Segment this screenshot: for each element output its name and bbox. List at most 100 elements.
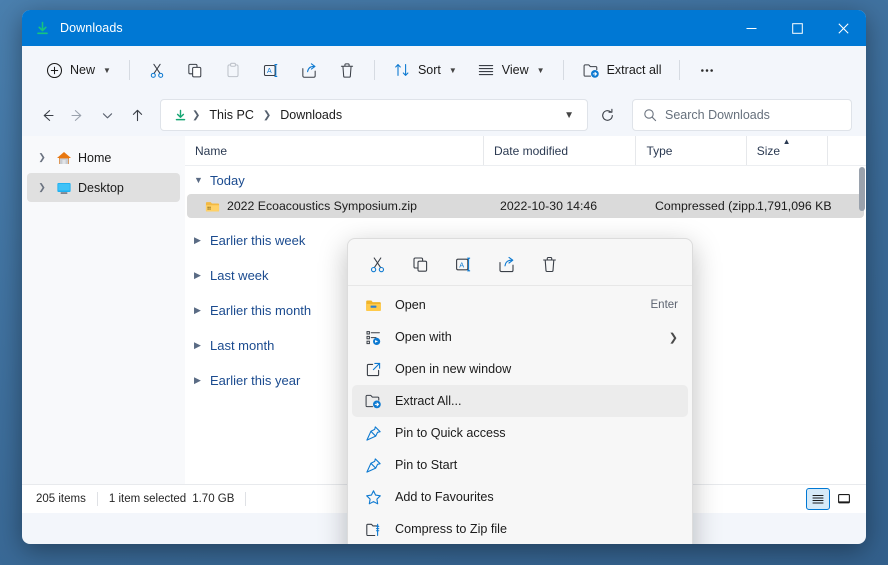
group-header-label: Earlier this month	[210, 302, 312, 318]
vertical-scrollbar[interactable]	[859, 167, 865, 480]
chevron-right-icon[interactable]: ❯	[35, 182, 49, 193]
search-box[interactable]: Search Downloads	[632, 99, 852, 131]
new-button[interactable]: New ▼	[36, 54, 120, 86]
title-bar: Downloads	[22, 10, 866, 46]
sidebar-item-desktop[interactable]: ❯ Desktop	[27, 173, 180, 202]
chevron-right-icon[interactable]: ▶	[194, 375, 204, 386]
chevron-right-icon[interactable]: ▶	[194, 270, 204, 281]
pin-icon	[364, 424, 382, 442]
large-icons-view-button[interactable]	[832, 488, 856, 510]
chevron-down-icon: ▼	[448, 65, 457, 75]
status-divider	[245, 492, 247, 506]
downloads-arrow-icon	[171, 106, 189, 124]
context-menu-item-label: Compress to Zip file	[395, 522, 507, 536]
context-menu-item-label: Pin to Quick access	[395, 426, 506, 440]
extract-all-icon	[364, 392, 382, 410]
address-bar[interactable]: ❯ This PC ❯ Downloads ▼	[160, 99, 588, 131]
column-header-date-label: Date modified	[493, 143, 568, 158]
context-menu-item-pin-to-quick-access[interactable]: Pin to Quick access	[352, 417, 688, 449]
chevron-down-icon[interactable]: ▼	[194, 175, 204, 185]
previous-locations-chevron-icon[interactable]: ▼	[557, 110, 581, 121]
extract-all-label: Extract all	[606, 63, 662, 77]
chevron-right-icon: ❯	[668, 331, 678, 344]
sort-ascending-icon: ▲	[782, 137, 791, 146]
delete-icon[interactable]	[534, 249, 564, 279]
compress-zip-icon	[364, 520, 382, 538]
cut-icon	[148, 61, 166, 79]
sort-icon	[393, 61, 411, 79]
chevron-right-icon[interactable]: ▶	[194, 340, 204, 351]
rename-icon[interactable]: A	[448, 249, 478, 279]
refresh-button[interactable]	[592, 100, 622, 130]
home-icon	[54, 150, 73, 166]
command-bar: New ▼ A Sort ▼ View ▼ Extract all	[22, 46, 866, 94]
window-title: Downloads	[60, 21, 123, 35]
back-button[interactable]	[32, 100, 62, 130]
chevron-right-icon[interactable]: ▶	[194, 235, 204, 246]
column-header-name[interactable]: Name	[185, 136, 483, 165]
sidebar-item-label: Desktop	[78, 180, 124, 195]
group-header-today[interactable]: ▼ Today	[185, 166, 866, 194]
column-header-size[interactable]: Size ▲	[745, 136, 827, 165]
chevron-right-icon[interactable]: ❯	[35, 152, 49, 163]
context-menu-item-open-in-new-window[interactable]: Open in new window	[352, 353, 688, 385]
context-menu-item-label: Open with	[395, 330, 452, 344]
sort-button[interactable]: Sort ▼	[384, 54, 466, 86]
up-button[interactable]	[122, 100, 152, 130]
context-menu-item-label: Pin to Start	[395, 458, 458, 472]
recent-locations-button[interactable]	[92, 100, 122, 130]
cut-icon[interactable]	[362, 249, 392, 279]
copy-icon[interactable]	[405, 249, 435, 279]
view-button[interactable]: View ▼	[468, 54, 554, 86]
copy-icon	[186, 61, 204, 79]
table-row[interactable]: 2022 Ecoacoustics Symposium.zip 2022-10-…	[187, 194, 864, 218]
delete-icon	[338, 61, 356, 79]
context-menu-item-label: Extract All...	[395, 394, 462, 408]
sidebar-item-label: Home	[78, 150, 112, 165]
delete-button[interactable]	[329, 54, 365, 86]
breadcrumb-this-pc[interactable]: This PC	[203, 106, 259, 124]
details-view-button[interactable]	[806, 488, 830, 510]
downloads-arrow-icon	[34, 20, 51, 37]
context-menu-item-open[interactable]: Open Enter	[352, 289, 688, 321]
breadcrumb-downloads[interactable]: Downloads	[274, 106, 348, 124]
file-name-cell: 2022 Ecoacoustics Symposium.zip	[187, 199, 490, 214]
column-header-date-modified[interactable]: Date modified	[482, 136, 636, 165]
ellipsis-icon	[698, 61, 716, 79]
extract-all-button[interactable]: Extract all	[573, 54, 671, 86]
context-menu-item-extract-all[interactable]: Extract All...	[352, 385, 688, 417]
context-menu-item-compress-to-zip[interactable]: Compress to Zip file	[352, 513, 688, 544]
cut-button[interactable]	[139, 54, 175, 86]
folder-open-icon	[364, 296, 382, 314]
copy-button[interactable]	[177, 54, 213, 86]
maximize-button[interactable]	[774, 10, 820, 46]
share-icon[interactable]	[491, 249, 521, 279]
chevron-right-icon[interactable]: ▶	[194, 305, 204, 316]
view-toggle-group	[806, 488, 856, 510]
pin-icon	[364, 456, 382, 474]
minimize-button[interactable]	[728, 10, 774, 46]
forward-button[interactable]	[62, 100, 92, 130]
desktop-background: Downloads New ▼ A Sort ▼ View ▼ Extract …	[0, 0, 888, 565]
file-size-cell: 1,791,096 KB	[757, 199, 832, 213]
context-menu-item-pin-to-start[interactable]: Pin to Start	[352, 449, 688, 481]
context-menu-item-label: Open	[395, 298, 426, 312]
see-more-button[interactable]	[689, 54, 725, 86]
svg-text:A: A	[267, 68, 272, 75]
column-header-type[interactable]: Type	[635, 136, 745, 165]
context-menu-item-add-to-favourites[interactable]: Add to Favourites	[352, 481, 688, 513]
paste-button[interactable]	[215, 54, 251, 86]
sidebar-item-home[interactable]: ❯ Home	[27, 143, 180, 172]
search-input[interactable]: Search Downloads	[665, 108, 770, 122]
address-bar-row: ❯ This PC ❯ Downloads ▼ Search Downloads	[22, 94, 866, 136]
column-headers: Name Date modified Type Size ▲	[185, 136, 866, 166]
toolbar-divider	[128, 60, 130, 80]
file-date-cell: 2022-10-30 14:46	[500, 199, 598, 213]
star-icon	[364, 488, 382, 506]
toolbar-divider	[373, 60, 375, 80]
share-button[interactable]	[291, 54, 327, 86]
scrollbar-thumb[interactable]	[859, 167, 865, 211]
context-menu-item-open-with[interactable]: Open with ❯	[352, 321, 688, 353]
close-button[interactable]	[820, 10, 866, 46]
rename-button[interactable]: A	[253, 54, 289, 86]
